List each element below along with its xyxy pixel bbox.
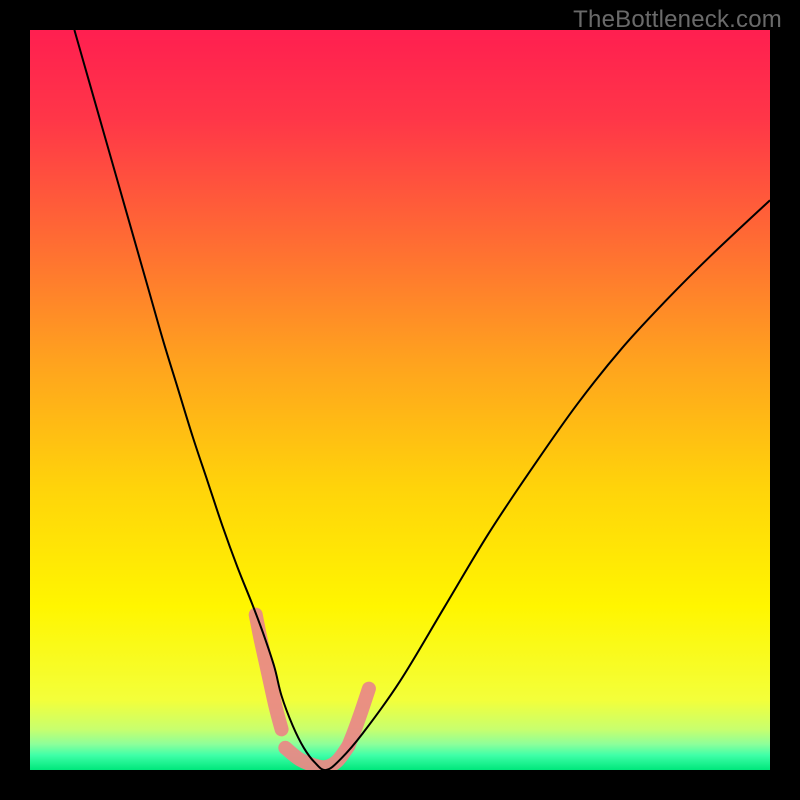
bottleneck-chart [30,30,770,770]
chart-frame: TheBottleneck.com [0,0,800,800]
watermark-text: TheBottleneck.com [573,6,782,34]
gradient-background [30,30,770,770]
plot-area [30,30,770,770]
